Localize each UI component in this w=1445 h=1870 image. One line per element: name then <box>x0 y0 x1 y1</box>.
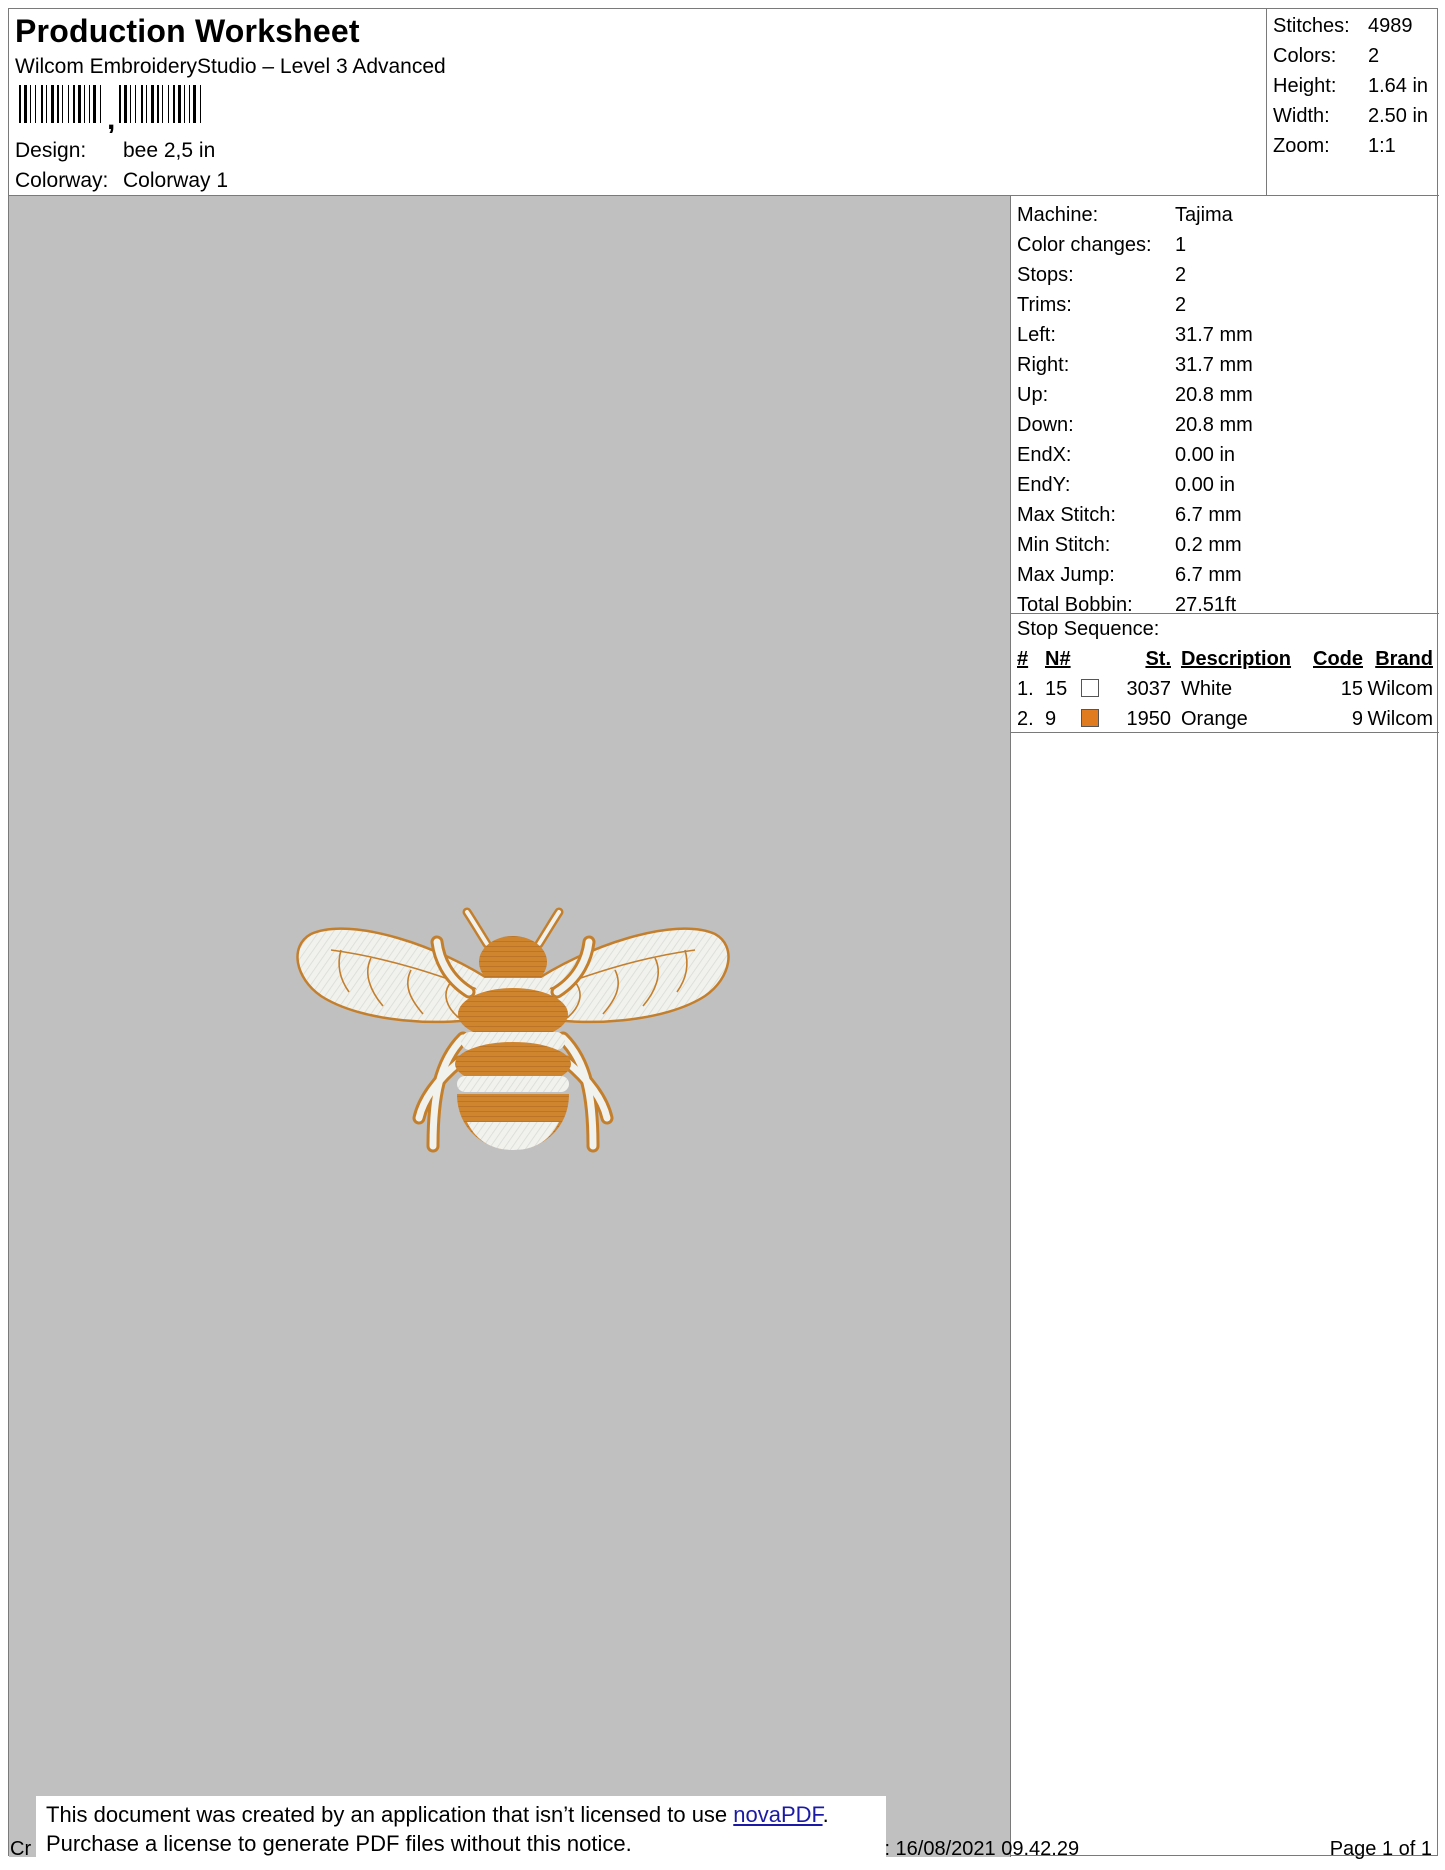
prop-endy: EndY: 0.00 in <box>1017 474 1236 496</box>
stat-row: Zoom: 1:1 <box>1273 135 1396 157</box>
prop-color-changes: Color changes: 1 <box>1017 234 1187 256</box>
worksheet-page: Production Worksheet Wilcom EmbroiderySt… <box>8 8 1439 1857</box>
stat-row: Width: 2.50 in <box>1273 105 1429 127</box>
novapdf-link[interactable]: novaPDF <box>733 1802 822 1827</box>
col-header-needle: N# <box>1045 647 1071 670</box>
colorway-label: Colorway: <box>15 169 109 192</box>
prop-max-stitch: Max Stitch: 6.7 mm <box>1017 504 1242 526</box>
table-row: 1. 15 3037 White 15 Wilcom <box>1017 677 1433 700</box>
license-notice: This document was created by an applicat… <box>36 1796 886 1864</box>
footer-created-label: Cr <box>10 1838 32 1860</box>
col-header-swatch <box>1081 644 1109 674</box>
notice-line-2: Purchase a license to generate PDF files… <box>46 1831 632 1856</box>
col-header-code: Code <box>1313 647 1363 670</box>
prop-stops: Stops: 2 <box>1017 264 1187 286</box>
stop-sequence: Stop Sequence: # N# St. Description Code… <box>1011 614 1439 733</box>
svg-text:,: , <box>107 103 115 133</box>
prop-up: Up: 20.8 mm <box>1017 384 1253 406</box>
stop-sequence-table: # N# St. Description Code Brand 1. 15 30… <box>1017 644 1433 734</box>
page-title: Production Worksheet <box>15 13 360 49</box>
table-row: 2. 9 1950 Orange 9 Wilcom <box>1017 707 1433 730</box>
col-header-st: St. <box>1145 647 1171 670</box>
barcode: , <box>19 85 201 133</box>
design-row: Design: bee 2,5 in <box>15 139 215 163</box>
prop-machine: Machine: Tajima <box>1017 204 1233 226</box>
stat-row: Stitches: 4989 <box>1273 15 1413 37</box>
notice-line-1: This document was created by an applicat… <box>46 1802 829 1827</box>
prop-left: Left: 31.7 mm <box>1017 324 1253 346</box>
prop-endx: EndX: 0.00 in <box>1017 444 1236 466</box>
color-swatch <box>1081 678 1099 697</box>
side-panel: Machine: Tajima Color changes: 1 Stops: 2 T… <box>1011 196 1439 1857</box>
design-value: bee 2,5 in <box>123 139 216 162</box>
design-label: Design: <box>15 139 87 162</box>
col-header-description: Description <box>1181 647 1292 670</box>
colorway-row: Colorway: Colorway 1 <box>15 169 228 193</box>
prop-down: Down: 20.8 mm <box>1017 414 1253 436</box>
stat-row: Colors: 2 <box>1273 45 1380 67</box>
worksheet-header: Production Worksheet Wilcom EmbroiderySt… <box>9 9 1439 196</box>
prop-trims: Trims: 2 <box>1017 294 1187 316</box>
footer-printed-date: l: 16/08/2021 09.42.29 <box>880 1838 1080 1860</box>
stat-row: Height: 1.64 in <box>1273 75 1429 97</box>
software-subtitle: Wilcom EmbroideryStudio – Level 3 Advanc… <box>15 55 446 78</box>
col-header-num: # <box>1017 647 1029 670</box>
machine-properties: Machine: Tajima Color changes: 1 Stops: 2 T… <box>1011 196 1439 616</box>
color-swatch <box>1081 708 1099 727</box>
footer-page-number: Page 1 of 1 <box>1329 1838 1432 1860</box>
design-preview <box>9 196 1011 1857</box>
summary-stats: Stitches: 4989 Colors: 2 Height: 1.64 in Wi… <box>1266 9 1439 196</box>
prop-min-stitch: Min Stitch: 0.2 mm <box>1017 534 1242 556</box>
prop-max-jump: Max Jump: 6.7 mm <box>1017 564 1242 586</box>
col-header-brand: Brand <box>1375 647 1433 670</box>
bee-embroidery-image <box>296 907 730 1153</box>
prop-right: Right: 31.7 mm <box>1017 354 1253 376</box>
table-header-row: # N# St. Description Code Brand <box>1017 644 1433 674</box>
colorway-value: Colorway 1 <box>123 169 229 192</box>
